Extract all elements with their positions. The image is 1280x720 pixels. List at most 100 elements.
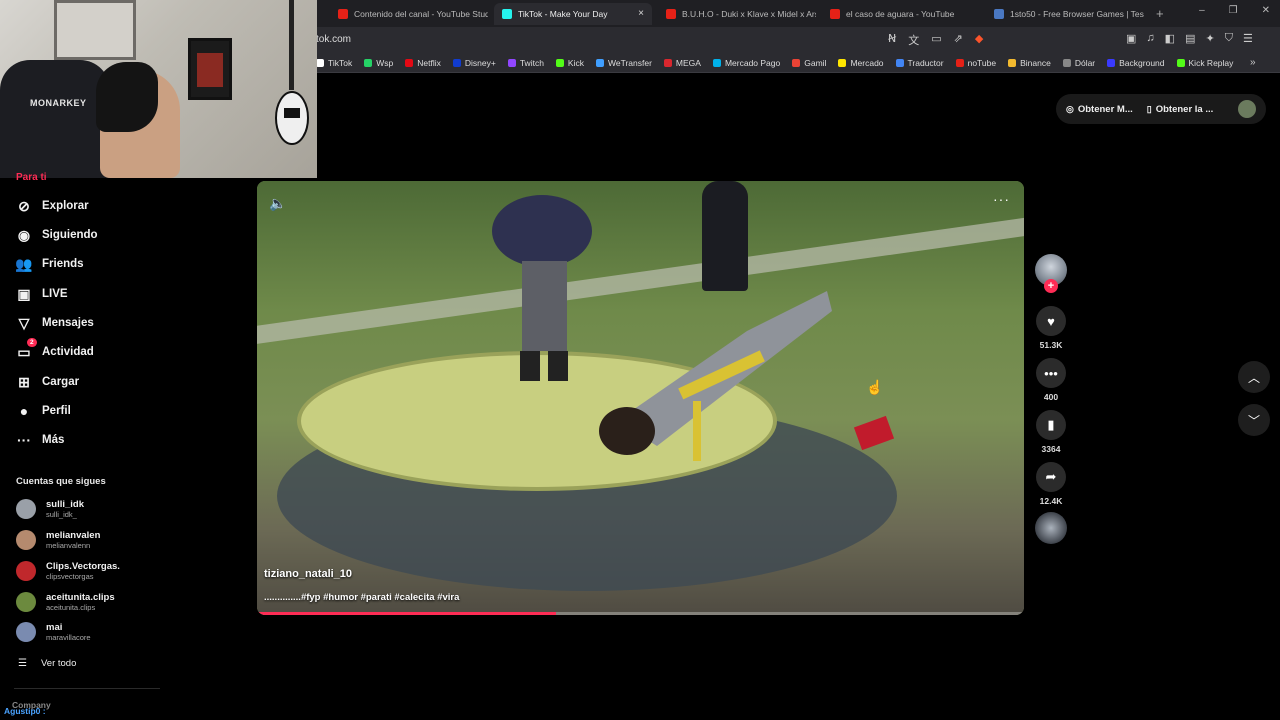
wallet-icon[interactable]: ▤: [1185, 32, 1195, 45]
sidebar-item-perfil[interactable]: ● Perfil: [14, 401, 71, 421]
bookmark-item[interactable]: Kick: [555, 57, 584, 68]
bookmark-item[interactable]: Netflix: [405, 58, 441, 68]
see-all-button[interactable]: ☰ Ver todo: [18, 658, 76, 669]
music-disc[interactable]: [1035, 512, 1067, 544]
bookmark-item[interactable]: Gamil: [792, 58, 826, 68]
user-avatar[interactable]: [1238, 100, 1256, 118]
bookmark-item[interactable]: Background: [1107, 58, 1165, 68]
account-handle: maravillacore: [46, 633, 91, 642]
sidebar-item-live[interactable]: ▣ LIVE: [14, 284, 68, 304]
new-tab-button[interactable]: +: [1156, 6, 1164, 21]
translate-icon[interactable]: 文: [908, 32, 919, 48]
bookmark-label: Twitch: [519, 57, 544, 68]
bookmark-item[interactable]: Mercado: [838, 58, 884, 68]
close-window-icon[interactable]: ✕: [1262, 5, 1270, 16]
music-icon[interactable]: ♫: [1146, 32, 1154, 45]
bookmark-item[interactable]: MEGA: [663, 58, 701, 68]
media-icon[interactable]: ▣: [1126, 32, 1136, 45]
following-icon: ◉: [17, 226, 31, 243]
share-arrow-icon[interactable]: ➦: [1036, 462, 1066, 492]
next-video-button[interactable]: ﹀: [1238, 404, 1270, 436]
sidebar-item-friends[interactable]: 👥 Friends: [14, 254, 84, 274]
sidebar-item-cargar[interactable]: ⊞ Cargar: [14, 372, 79, 392]
ai-icon[interactable]: ✦: [1205, 32, 1214, 45]
sidebar-item-mensajes[interactable]: ▽ Mensajes: [14, 313, 94, 333]
bookmark-item[interactable]: Binance: [1008, 58, 1051, 68]
bookmark-label: Gamil: [804, 57, 827, 68]
bookmark-item[interactable]: Mercado Pago: [712, 58, 780, 68]
sidebar-item-label: Friends: [42, 258, 84, 270]
browser-tab[interactable]: B.U.H.O - Duki x Klave x Midel x Ars: [658, 3, 816, 25]
following-account[interactable]: sulli_idk sulli_idk_: [16, 499, 84, 519]
bookmark-favicon-icon: [895, 58, 904, 67]
cast-icon[interactable]: ▭: [931, 32, 941, 48]
bookmarks-overflow-icon[interactable]: »: [1250, 57, 1260, 68]
reader-mode-icon[interactable]: Ꞥ: [888, 32, 896, 48]
guitar-image: [275, 0, 309, 145]
more-options-icon[interactable]: ···: [993, 191, 1010, 207]
bookmark-icon[interactable]: ▮: [1036, 410, 1066, 440]
sidebar-item-for-you-label[interactable]: Para ti: [16, 172, 47, 183]
bookmark-item[interactable]: Kick Replay: [1176, 58, 1233, 68]
account-avatar: [16, 499, 36, 519]
following-account[interactable]: melianvalen melianvalenn: [16, 530, 100, 550]
bookmark-label: Kick: [567, 57, 584, 68]
heart-icon[interactable]: ♥: [1036, 306, 1066, 336]
live-icon: ▣: [17, 285, 31, 302]
bookmark-label: Netflix: [417, 57, 441, 68]
minimize-icon[interactable]: –: [1199, 5, 1205, 16]
sidebar-toggle-icon[interactable]: ◧: [1165, 32, 1175, 45]
video-player[interactable]: 🔈 ··· tiziano_natali_10 ..............#f…: [257, 181, 1024, 615]
following-account[interactable]: mai maravillacore: [16, 622, 91, 642]
comment-count: 400: [1043, 392, 1059, 402]
bookmark-item[interactable]: Twitch: [507, 57, 544, 68]
video-progress-bar[interactable]: [257, 612, 1024, 615]
bookmark-label: Binance: [1020, 57, 1051, 68]
bookmark-item[interactable]: noTube: [955, 58, 996, 68]
previous-video-button[interactable]: ︿: [1238, 361, 1270, 393]
get-app-button[interactable]: ▯ Obtener la ...: [1147, 104, 1214, 115]
following-account[interactable]: aceitunita.clips aceitunita.clips: [16, 592, 115, 612]
follow-plus-icon[interactable]: +: [1044, 279, 1058, 293]
bookmark-item[interactable]: TikTok: [316, 58, 352, 68]
browser-tab[interactable]: TikTok - Make Your Day ×: [494, 2, 652, 25]
tab-favicon-icon: [994, 8, 1004, 19]
messages-icon: ▽: [18, 314, 30, 331]
brave-shield-icon[interactable]: ◆: [975, 32, 983, 48]
comment-icon[interactable]: •••: [1036, 358, 1066, 388]
browser-tab[interactable]: Contenido del canal - YouTube Studi: [330, 3, 488, 25]
restore-icon[interactable]: ❐: [1229, 5, 1238, 16]
bookmark-item[interactable]: Disney+: [452, 58, 496, 68]
sidebar-item-label: Mensajes: [42, 317, 94, 329]
webcam-overlay: MONARKEY: [0, 0, 317, 178]
sidebar-item-explorar[interactable]: ⊘ Explorar: [14, 196, 89, 216]
wall-poster: [188, 38, 232, 100]
sidebar-item-siguiendo[interactable]: ◉ Siguiendo: [14, 225, 98, 245]
bookmark-favicon-icon: [595, 58, 604, 67]
volume-icon[interactable]: 🔈: [269, 195, 286, 212]
bookmark-item[interactable]: WeTransfer: [595, 58, 652, 68]
get-coins-button[interactable]: ◎ Obtener M...: [1066, 104, 1133, 115]
share-icon[interactable]: ⇗: [954, 32, 963, 48]
sidebar: Para ti ⊘ Explorar ◉ Siguiendo 👥 Friends ▣ LIVE…: [0, 172, 160, 720]
browser-tab[interactable]: el caso de aguara - YouTube: [822, 3, 980, 25]
tab-favicon-icon: [502, 8, 512, 19]
account-avatar: [16, 530, 36, 550]
account-handle: clipsvectorgas: [46, 572, 94, 581]
vpn-icon[interactable]: ⛉: [1225, 32, 1233, 45]
following-account[interactable]: Clips.Vectorgas. clipsvectorgas: [16, 561, 120, 581]
share-count: 12.4K: [1039, 496, 1063, 506]
menu-icon[interactable]: ☰: [1243, 32, 1253, 45]
bookmark-item[interactable]: Traductor: [895, 58, 944, 68]
sidebar-item-label: LIVE: [42, 288, 68, 300]
browser-tab[interactable]: 1sto50 - Free Browser Games | Test: [986, 3, 1144, 25]
bookmark-item[interactable]: Dólar: [1062, 58, 1095, 68]
sidebar-item-actividad[interactable]: ▭ Actividad 2: [14, 338, 94, 362]
url-text[interactable]: tok.com: [316, 34, 351, 45]
tab-favicon-icon: [666, 8, 676, 19]
bookmark-item[interactable]: Wsp: [364, 58, 393, 68]
sidebar-item-m-s[interactable]: ··· Más: [14, 430, 64, 450]
close-tab-icon[interactable]: ×: [638, 8, 644, 19]
video-author[interactable]: tiziano_natali_10: [264, 568, 352, 580]
bookmark-favicon-icon: [838, 58, 847, 67]
